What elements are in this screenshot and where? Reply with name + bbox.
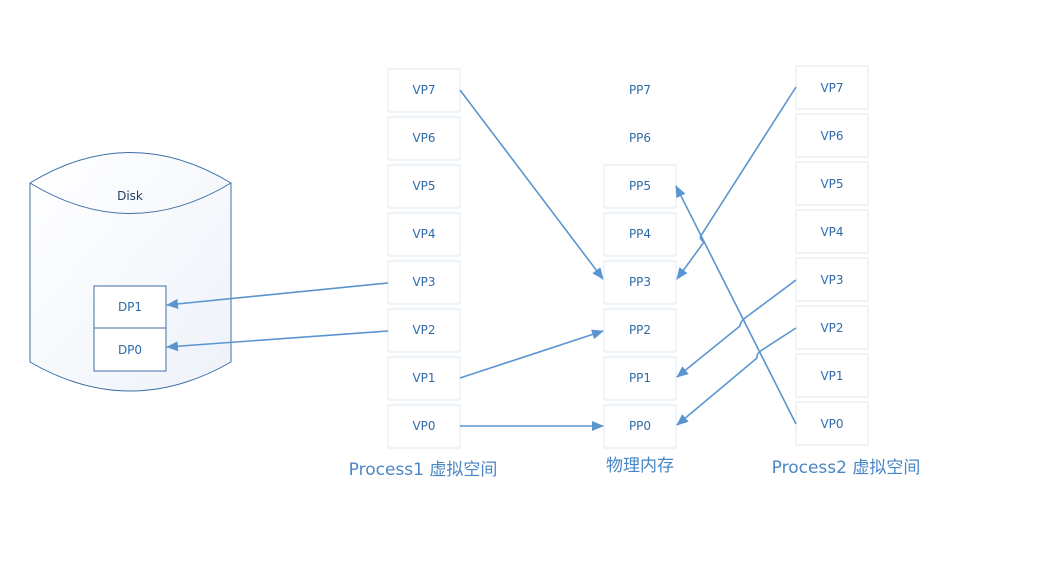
process1-pages: VP7 VP6 VP5 VP4 VP3 VP2 VP1 VP0 bbox=[387, 68, 461, 449]
memory-pp1: PP1 bbox=[603, 356, 677, 401]
mapping-arrows bbox=[166, 86, 797, 431]
page-label: VP6 bbox=[412, 131, 435, 145]
page-label: PP7 bbox=[629, 83, 651, 97]
process2-vp4: VP4 bbox=[795, 209, 869, 254]
page-label: PP4 bbox=[629, 227, 651, 241]
process2-vp1: VP1 bbox=[795, 353, 869, 398]
page-label: PP3 bbox=[629, 275, 651, 289]
arrow-p2-vp0-to-pp5 bbox=[675, 185, 797, 425]
memory-pp7: PP7 bbox=[629, 83, 651, 97]
disk-page-dp1: DP1 bbox=[93, 285, 167, 329]
process2-vp3: VP3 bbox=[795, 257, 869, 302]
page-label: VP7 bbox=[412, 83, 435, 97]
page-label: PP5 bbox=[629, 179, 651, 193]
arrow-p2-vp3-to-pp1 bbox=[676, 279, 797, 378]
memory-pp4: PP4 bbox=[603, 212, 677, 257]
page-label: VP3 bbox=[820, 273, 843, 287]
process1-vp1: VP1 bbox=[387, 356, 461, 401]
arrow-p2-vp2-to-pp0 bbox=[676, 327, 797, 426]
process2-vp0: VP0 bbox=[795, 401, 869, 446]
arrow-p1-vp1-to-pp2 bbox=[459, 329, 604, 379]
page-label: VP2 bbox=[412, 323, 435, 337]
memory-pp3: PP3 bbox=[603, 260, 677, 305]
process1-title: Process1 虚拟空间 bbox=[349, 460, 498, 480]
process1-vp6: VP6 bbox=[387, 116, 461, 161]
process2-vp6: VP6 bbox=[795, 113, 869, 158]
page-label: VP4 bbox=[412, 227, 435, 241]
disk: Disk DP1 DP0 bbox=[29, 152, 232, 392]
process2-vp5: VP5 bbox=[795, 161, 869, 206]
process2-vp2: VP2 bbox=[795, 305, 869, 350]
page-label: PP6 bbox=[629, 131, 651, 145]
process2-title: Process2 虚拟空间 bbox=[772, 458, 921, 478]
disk-label: Disk bbox=[117, 189, 143, 203]
page-label: PP2 bbox=[629, 323, 651, 337]
memory-title: 物理内存 bbox=[606, 456, 674, 476]
process1-vp7: VP7 bbox=[387, 68, 461, 113]
page-label: VP7 bbox=[820, 81, 843, 95]
page-label: PP0 bbox=[629, 419, 651, 433]
process2-pages: VP7 VP6 VP5 VP4 VP3 VP2 VP1 VP0 bbox=[795, 65, 869, 446]
page-label: VP1 bbox=[820, 369, 843, 383]
process1-vp4: VP4 bbox=[387, 212, 461, 257]
process1-vp3: VP3 bbox=[387, 260, 461, 305]
memory-pp2: PP2 bbox=[603, 308, 677, 353]
arrow-p1-vp7-to-pp3 bbox=[459, 89, 604, 280]
page-label: VP5 bbox=[412, 179, 435, 193]
process2-vp7: VP7 bbox=[795, 65, 869, 110]
page-label: VP0 bbox=[820, 417, 843, 431]
disk-page-label: DP0 bbox=[118, 343, 142, 357]
page-label: VP5 bbox=[820, 177, 843, 191]
arrow-p2-vp7-to-pp3 bbox=[676, 86, 797, 280]
disk-page-label: DP1 bbox=[118, 300, 142, 314]
memory-pp5: PP5 bbox=[603, 164, 677, 209]
page-label: VP1 bbox=[412, 371, 435, 385]
page-label: VP2 bbox=[820, 321, 843, 335]
process1-vp2: VP2 bbox=[387, 308, 461, 353]
page-label: VP6 bbox=[820, 129, 843, 143]
virtual-memory-diagram: Disk DP1 DP0 VP7 VP6 VP5 VP4 VP3 VP2 VP1… bbox=[29, 65, 921, 480]
memory-pages: PP7 PP6 PP5 PP4 PP3 PP2 PP1 PP0 bbox=[603, 83, 677, 449]
page-label: VP0 bbox=[412, 419, 435, 433]
memory-pp6: PP6 bbox=[629, 131, 651, 145]
page-label: PP1 bbox=[629, 371, 651, 385]
process1-vp5: VP5 bbox=[387, 164, 461, 209]
page-label: VP4 bbox=[820, 225, 843, 239]
memory-pp0: PP0 bbox=[603, 404, 677, 449]
disk-page-dp0: DP0 bbox=[93, 327, 167, 372]
process1-vp0: VP0 bbox=[387, 404, 461, 449]
page-label: VP3 bbox=[412, 275, 435, 289]
